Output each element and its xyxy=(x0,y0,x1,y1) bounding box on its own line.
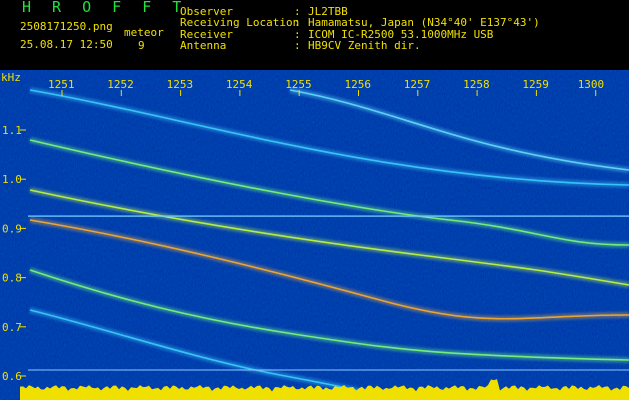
y-tick-label: 0.7 xyxy=(2,321,22,334)
x-tick-label: 1255 xyxy=(285,78,312,91)
y-tick-label: 0.8 xyxy=(2,272,22,285)
spectrogram-chart: 1251 1252 1253 1254 1255 1256 1257 1258 1259 1300… xyxy=(0,70,629,400)
brand-title: H R O F F T xyxy=(22,0,188,16)
mode-label: meteor xyxy=(124,26,164,39)
datetime: 25.08.17 12:50 xyxy=(20,38,113,51)
x-tick-label: 1259 xyxy=(522,78,549,91)
x-tick-label: 1300 xyxy=(578,78,605,91)
antenna-label: Antenna xyxy=(180,39,227,52)
x-tick-label: 1254 xyxy=(226,78,253,91)
x-tick-label: 1252 xyxy=(107,78,134,91)
antenna-sep: : xyxy=(294,39,301,52)
y-tick-label: 1.0 xyxy=(2,173,22,186)
filename: 2508171250.png xyxy=(20,20,113,33)
x-tick-label: 1256 xyxy=(345,78,372,91)
y-axis-unit: kHz xyxy=(1,71,21,84)
header-panel: H R O F F T 2508171250.png 25.08.17 12:5… xyxy=(0,0,629,70)
x-tick-label: 1253 xyxy=(167,78,194,91)
x-tick-label: 1258 xyxy=(463,78,490,91)
antenna-value: HB9CV Zenith dir. xyxy=(308,39,421,52)
x-tick-label: 1257 xyxy=(404,78,431,91)
y-tick-label: 0.6 xyxy=(2,370,22,383)
mode-value: 9 xyxy=(138,39,145,52)
y-tick-label: 0.9 xyxy=(2,222,22,235)
y-tick-label: 1.1 xyxy=(2,124,22,137)
x-tick-label: 1251 xyxy=(48,78,75,91)
